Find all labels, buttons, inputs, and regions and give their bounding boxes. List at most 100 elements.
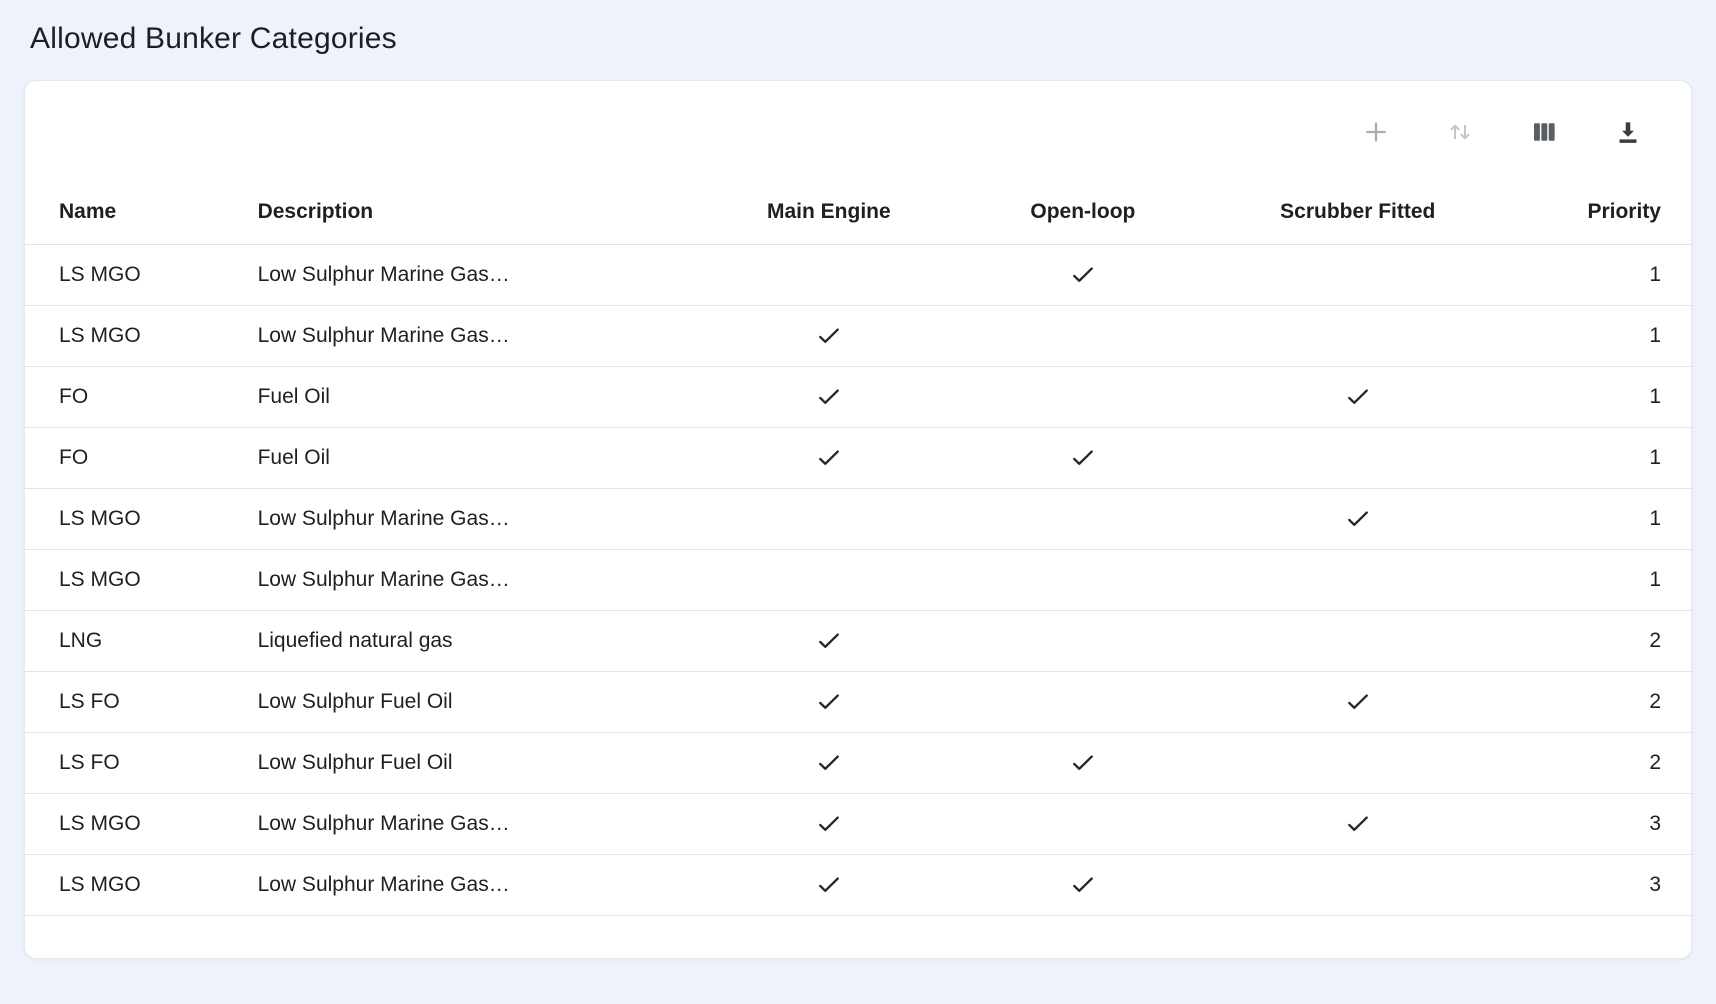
- table-row[interactable]: FO Fuel Oil 1: [25, 367, 1691, 428]
- check-icon: [815, 810, 843, 838]
- cell-main-engine: [700, 367, 958, 428]
- column-header-name[interactable]: Name: [25, 180, 242, 245]
- cell-description: Liquefied natural gas: [242, 611, 700, 672]
- check-icon: [815, 383, 843, 411]
- cell-priority: 1: [1508, 550, 1691, 611]
- check-icon: [815, 627, 843, 655]
- cell-scrubber-fitted: [1208, 367, 1508, 428]
- cell-open-loop: [958, 367, 1208, 428]
- table-body: LS MGO Low Sulphur Marine Gas… 1 LS MGO …: [25, 245, 1691, 916]
- check-icon: [1069, 261, 1097, 289]
- cell-scrubber-fitted: [1208, 672, 1508, 733]
- cell-priority: 1: [1508, 428, 1691, 489]
- cell-open-loop: [958, 306, 1208, 367]
- cell-name: FO: [25, 428, 242, 489]
- cell-scrubber-fitted: [1208, 489, 1508, 550]
- cell-priority: 3: [1508, 794, 1691, 855]
- download-button[interactable]: [1609, 113, 1647, 154]
- cell-priority: 2: [1508, 733, 1691, 794]
- cell-open-loop: [958, 245, 1208, 306]
- table-row[interactable]: LS MGO Low Sulphur Marine Gas… 3: [25, 855, 1691, 916]
- check-icon: [1069, 871, 1097, 899]
- cell-main-engine: [700, 489, 958, 550]
- cell-description: Low Sulphur Marine Gas…: [242, 855, 700, 916]
- page: Allowed Bunker Categories: [0, 0, 1716, 959]
- table-row[interactable]: LS MGO Low Sulphur Marine Gas… 1: [25, 245, 1691, 306]
- cell-description: Low Sulphur Marine Gas…: [242, 306, 700, 367]
- cell-priority: 1: [1508, 245, 1691, 306]
- cell-description: Fuel Oil: [242, 428, 700, 489]
- table-row[interactable]: LS MGO Low Sulphur Marine Gas… 3: [25, 794, 1691, 855]
- cell-name: LS MGO: [25, 855, 242, 916]
- column-header-description[interactable]: Description: [242, 180, 700, 245]
- columns-button[interactable]: [1525, 113, 1563, 154]
- check-icon: [1069, 444, 1097, 472]
- cell-priority: 2: [1508, 672, 1691, 733]
- cell-priority: 3: [1508, 855, 1691, 916]
- cell-name: LS MGO: [25, 489, 242, 550]
- check-icon: [815, 444, 843, 472]
- table-row[interactable]: LS MGO Low Sulphur Marine Gas… 1: [25, 306, 1691, 367]
- column-header-scrubber-fitted[interactable]: Scrubber Fitted: [1208, 180, 1508, 245]
- cell-main-engine: [700, 428, 958, 489]
- columns-icon: [1529, 117, 1559, 150]
- cell-priority: 1: [1508, 489, 1691, 550]
- cell-description: Low Sulphur Fuel Oil: [242, 733, 700, 794]
- check-icon: [815, 322, 843, 350]
- check-icon: [1344, 505, 1372, 533]
- table-row[interactable]: LNG Liquefied natural gas 2: [25, 611, 1691, 672]
- cell-main-engine: [700, 672, 958, 733]
- sort-icon: [1445, 117, 1475, 150]
- cell-scrubber-fitted: [1208, 550, 1508, 611]
- column-header-main-engine[interactable]: Main Engine: [700, 180, 958, 245]
- cell-description: Low Sulphur Marine Gas…: [242, 550, 700, 611]
- cell-description: Low Sulphur Marine Gas…: [242, 489, 700, 550]
- page-title: Allowed Bunker Categories: [30, 22, 1692, 56]
- cell-description: Low Sulphur Marine Gas…: [242, 794, 700, 855]
- cell-scrubber-fitted: [1208, 245, 1508, 306]
- check-icon: [815, 749, 843, 777]
- cell-main-engine: [700, 550, 958, 611]
- cell-description: Low Sulphur Marine Gas…: [242, 245, 700, 306]
- bunker-categories-table: Name Description Main Engine Open-loop S…: [25, 180, 1691, 916]
- cell-priority: 2: [1508, 611, 1691, 672]
- cell-priority: 1: [1508, 306, 1691, 367]
- cell-scrubber-fitted: [1208, 733, 1508, 794]
- sort-button[interactable]: [1441, 113, 1479, 154]
- cell-name: LS MGO: [25, 306, 242, 367]
- check-icon: [1344, 383, 1372, 411]
- cell-main-engine: [700, 794, 958, 855]
- cell-scrubber-fitted: [1208, 306, 1508, 367]
- check-icon: [815, 688, 843, 716]
- table-row[interactable]: LS FO Low Sulphur Fuel Oil 2: [25, 672, 1691, 733]
- table-row[interactable]: LS FO Low Sulphur Fuel Oil 2: [25, 733, 1691, 794]
- cell-scrubber-fitted: [1208, 855, 1508, 916]
- table-header: Name Description Main Engine Open-loop S…: [25, 180, 1691, 245]
- check-icon: [815, 871, 843, 899]
- check-icon: [1069, 749, 1097, 777]
- cell-scrubber-fitted: [1208, 794, 1508, 855]
- cell-open-loop: [958, 672, 1208, 733]
- cell-main-engine: [700, 855, 958, 916]
- table-row[interactable]: LS MGO Low Sulphur Marine Gas… 1: [25, 489, 1691, 550]
- check-icon: [1344, 688, 1372, 716]
- cell-scrubber-fitted: [1208, 611, 1508, 672]
- cell-name: LS MGO: [25, 550, 242, 611]
- cell-name: LS FO: [25, 672, 242, 733]
- table-row[interactable]: FO Fuel Oil 1: [25, 428, 1691, 489]
- cell-main-engine: [700, 611, 958, 672]
- cell-name: LS MGO: [25, 245, 242, 306]
- cell-priority: 1: [1508, 367, 1691, 428]
- download-icon: [1613, 117, 1643, 150]
- cell-open-loop: [958, 794, 1208, 855]
- cell-description: Low Sulphur Fuel Oil: [242, 672, 700, 733]
- table-row[interactable]: LS MGO Low Sulphur Marine Gas… 1: [25, 550, 1691, 611]
- cell-open-loop: [958, 550, 1208, 611]
- column-header-priority[interactable]: Priority: [1508, 180, 1691, 245]
- cell-name: LS MGO: [25, 794, 242, 855]
- check-icon: [1344, 810, 1372, 838]
- column-header-open-loop[interactable]: Open-loop: [958, 180, 1208, 245]
- header-row: Name Description Main Engine Open-loop S…: [25, 180, 1691, 245]
- cell-main-engine: [700, 306, 958, 367]
- add-button[interactable]: [1357, 113, 1395, 154]
